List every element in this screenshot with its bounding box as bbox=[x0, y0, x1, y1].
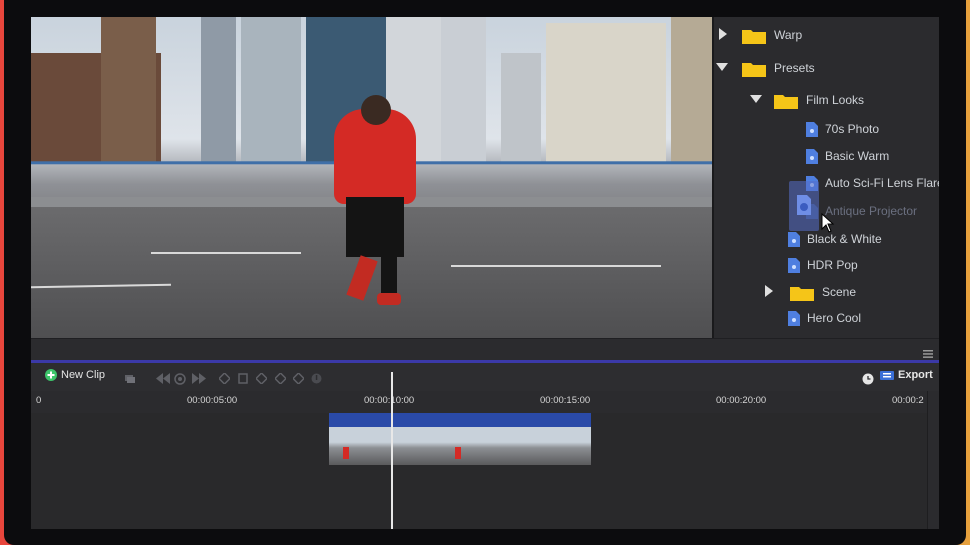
tree-item-label: 70s Photo bbox=[825, 122, 880, 136]
video-clip[interactable] bbox=[329, 413, 591, 465]
tree-item-label: Antique Projector bbox=[825, 204, 918, 218]
export-label: Export bbox=[898, 369, 933, 381]
folder-icon bbox=[742, 60, 766, 77]
drag-ghost bbox=[789, 181, 819, 231]
tree-item-label: HDR Pop bbox=[807, 258, 858, 272]
file-icon bbox=[788, 310, 800, 326]
ruler-label: 00:00:10:00 bbox=[364, 395, 415, 406]
tree-item-label: Black & White bbox=[807, 232, 882, 246]
tree-item-label: Warp bbox=[774, 28, 803, 42]
tree-item-label: Presets bbox=[774, 61, 815, 75]
keyframe-icon[interactable] bbox=[217, 371, 232, 387]
folder-icon bbox=[742, 27, 766, 44]
tree-item-label: Scene bbox=[822, 285, 857, 299]
menu-icon[interactable] bbox=[923, 345, 933, 358]
folder-icon bbox=[790, 284, 814, 301]
tree-item-hdr-pop[interactable]: HDR Pop bbox=[788, 253, 858, 277]
timeline-ruler[interactable]: 0 00:00:05:00 00:00:10:00 00:00:15:00 00… bbox=[31, 391, 939, 414]
playhead[interactable] bbox=[391, 372, 393, 529]
tree-item-basic-warm[interactable]: Basic Warm bbox=[806, 144, 889, 168]
file-icon bbox=[806, 148, 818, 164]
mouse-cursor-icon bbox=[821, 212, 835, 233]
timeline-track-3[interactable] bbox=[31, 512, 927, 529]
tree-item-warp[interactable]: Warp bbox=[714, 23, 802, 47]
keyframe-icon[interactable] bbox=[291, 371, 306, 387]
new-clip-button[interactable]: New Clip bbox=[45, 369, 105, 381]
caret-right-icon[interactable] bbox=[718, 28, 732, 42]
add-icon bbox=[45, 369, 57, 381]
tree-item-label: Basic Warm bbox=[825, 149, 890, 163]
ruler-label: 00:00:05:00 bbox=[187, 395, 238, 406]
file-icon bbox=[788, 231, 800, 247]
tree-item-scene[interactable]: Scene bbox=[764, 280, 856, 304]
clip-thumbnail bbox=[329, 427, 394, 465]
video-preview[interactable] bbox=[31, 17, 712, 338]
tree-item-label: Auto Sci-Fi Lens Flares bbox=[825, 176, 939, 190]
play-icon[interactable] bbox=[174, 373, 186, 388]
clip-header bbox=[329, 413, 591, 427]
tree-item-auto-sci-fi-lens-flares[interactable]: Auto Sci-Fi Lens Flares bbox=[806, 171, 939, 195]
layers-icon[interactable] bbox=[124, 373, 136, 388]
ruler-label: 00:00:15:00 bbox=[540, 395, 591, 406]
effects-library-panel: Warp Presets Film Looks 70s Photo Basic … bbox=[712, 17, 939, 338]
keyframe-icon[interactable] bbox=[254, 371, 269, 387]
clip-thumbnail bbox=[394, 427, 459, 465]
clip-thumbnail bbox=[525, 427, 591, 465]
tree-item-label: Hero Cool bbox=[807, 311, 862, 325]
ruler-label: 0 bbox=[36, 395, 42, 406]
caret-down-icon[interactable] bbox=[750, 93, 764, 107]
export-button[interactable]: Export bbox=[880, 369, 933, 381]
timeline-track-2[interactable] bbox=[31, 468, 927, 513]
tree-item-label: Film Looks bbox=[806, 93, 865, 107]
keyframe-icon[interactable] bbox=[273, 371, 288, 387]
tree-item-presets[interactable]: Presets bbox=[714, 56, 815, 80]
clock-icon[interactable] bbox=[862, 372, 874, 390]
tree-item-hero-cool[interactable]: Hero Cool bbox=[788, 306, 861, 330]
tree-item-70s-photo[interactable]: 70s Photo bbox=[806, 117, 879, 141]
caret-down-icon[interactable] bbox=[716, 61, 730, 75]
ruler-label: 00:00:2 bbox=[892, 395, 924, 406]
timeline-header bbox=[31, 338, 939, 361]
timeline-scrollbar[interactable] bbox=[927, 391, 939, 529]
info-icon[interactable] bbox=[311, 373, 322, 387]
clip-thumbnail bbox=[459, 427, 525, 465]
file-icon bbox=[788, 257, 800, 273]
export-icon bbox=[880, 370, 894, 381]
ruler-label: 00:00:20:00 bbox=[716, 395, 767, 406]
forward-icon[interactable] bbox=[192, 373, 206, 387]
folder-icon bbox=[774, 92, 798, 109]
new-clip-label: New Clip bbox=[61, 369, 106, 381]
caret-right-icon[interactable] bbox=[764, 285, 778, 299]
rewind-icon[interactable] bbox=[156, 373, 170, 387]
tree-item-film-looks[interactable]: Film Looks bbox=[750, 88, 864, 112]
stop-icon[interactable] bbox=[238, 373, 248, 387]
file-icon bbox=[806, 121, 818, 137]
video-editor-app: Warp Presets Film Looks 70s Photo Basic … bbox=[31, 17, 939, 529]
